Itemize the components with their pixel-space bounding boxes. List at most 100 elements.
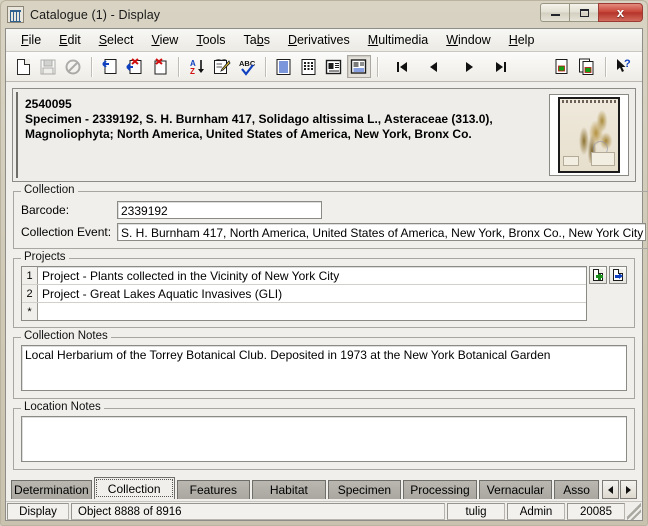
cancel-icon [61, 55, 85, 78]
maximize-icon [579, 8, 589, 17]
copy-records-icon[interactable] [575, 55, 599, 78]
status-role: Admin [507, 503, 565, 520]
tab-habitat[interactable]: Habitat [252, 480, 326, 499]
resize-grip[interactable] [627, 503, 641, 520]
record-summary-line-1: Specimen - 2339192, S. H. Burnham 417, S… [25, 112, 493, 126]
toolbar-separator [265, 56, 267, 77]
delete-record-icon[interactable] [123, 55, 147, 78]
chevron-right-icon [625, 485, 631, 494]
collection-event-input[interactable]: S. H. Burnham 417, North America, United… [117, 223, 647, 241]
record-header-text: 2540095 Specimen - 2339192, S. H. Burnha… [16, 92, 545, 178]
application-window: Catalogue (1) - Display x File Edit Sele… [0, 0, 648, 526]
location-notes-group: Location Notes [13, 401, 635, 470]
status-mode: Display [7, 503, 69, 520]
goto-project-button[interactable] [609, 266, 627, 284]
menu-help[interactable]: Help [500, 31, 544, 49]
minimize-button[interactable] [540, 3, 569, 22]
retrieve-record-icon[interactable] [98, 55, 122, 78]
menu-bar: File Edit Select View Tools Tabs Derivat… [6, 29, 642, 52]
tab-specimen[interactable]: Specimen [327, 480, 402, 499]
toolbar-separator [377, 56, 379, 77]
location-notes-textarea[interactable] [21, 416, 627, 462]
tab-features[interactable]: Features [176, 480, 251, 499]
status-code: 20085 [567, 503, 625, 520]
table-row[interactable]: 2 Project - Great Lakes Aquatic Invasive… [22, 285, 586, 303]
herbarium-sheet-thumbnail[interactable] [549, 94, 629, 176]
window-title: Catalogue (1) - Display [30, 7, 161, 22]
view-list-icon[interactable] [272, 55, 296, 78]
collection-group-legend: Collection [21, 184, 78, 196]
collection-notes-legend: Collection Notes [21, 330, 111, 342]
project-name[interactable]: Project - Great Lakes Aquatic Invasives … [38, 285, 586, 302]
status-record-position: Object 8888 of 8916 [71, 503, 445, 520]
menu-select[interactable]: Select [90, 31, 143, 49]
menu-tabs[interactable]: Tabs [235, 31, 279, 49]
edit-note-icon[interactable] [210, 55, 234, 78]
collection-group: Collection Barcode: 2339192 Collection E… [13, 184, 648, 249]
menu-window[interactable]: Window [437, 31, 499, 49]
first-record-icon[interactable] [390, 55, 414, 78]
menu-edit[interactable]: Edit [50, 31, 90, 49]
view-card-icon[interactable] [322, 55, 346, 78]
scroll-tabs-right-button[interactable] [619, 480, 637, 499]
collection-notes-group: Collection Notes Local Herbarium of the … [13, 330, 635, 399]
status-user: tulig [447, 503, 505, 520]
add-project-button[interactable] [589, 266, 607, 284]
collection-notes-textarea[interactable]: Local Herbarium of the Torrey Botanical … [21, 345, 627, 391]
record-summary-line-2: Magnoliophyta; North America, United Sta… [25, 127, 472, 141]
duplicate-record-icon[interactable] [550, 55, 574, 78]
new-row-marker: * [22, 303, 38, 320]
menu-file[interactable]: File [12, 31, 50, 49]
record-id: 2540095 [25, 97, 72, 111]
clear-record-icon[interactable] [148, 55, 172, 78]
previous-record-icon[interactable] [421, 55, 445, 78]
view-display-icon[interactable] [347, 55, 371, 78]
minimize-icon [550, 14, 560, 16]
barcode-label: Barcode: [21, 203, 70, 217]
caption-button-group: x [540, 3, 643, 22]
maximize-button[interactable] [569, 3, 598, 22]
next-record-icon[interactable] [458, 55, 482, 78]
tab-strip: Determination Collection Features Habita… [11, 477, 637, 499]
menu-view[interactable]: View [142, 31, 187, 49]
menu-derivatives[interactable]: Derivatives [279, 31, 359, 49]
context-help-icon[interactable]: ? [612, 55, 636, 78]
status-bar: Display Object 8888 of 8916 tulig Admin … [6, 501, 642, 520]
project-name[interactable] [38, 303, 586, 320]
record-header-panel: 2540095 Specimen - 2339192, S. H. Burnha… [12, 88, 636, 182]
toolbar-separator [91, 56, 93, 77]
menu-multimedia[interactable]: Multimedia [359, 31, 437, 49]
new-record-icon[interactable] [11, 55, 35, 78]
barcode-input[interactable]: 2339192 [117, 201, 322, 219]
last-record-icon[interactable] [489, 55, 513, 78]
sort-az-icon[interactable]: A Z [185, 55, 209, 78]
specimen-sheet-image [558, 97, 620, 173]
projects-group: Projects 1 Project - Plants collected in… [13, 251, 635, 328]
tab-processing[interactable]: Processing [403, 480, 477, 499]
view-grid-icon[interactable] [297, 55, 321, 78]
tab-associated[interactable]: Asso [554, 480, 599, 499]
client-area: File Edit Select View Tools Tabs Derivat… [5, 28, 648, 521]
spell-check-icon[interactable]: ABC [235, 55, 259, 78]
tab-determination[interactable]: Determination [11, 480, 92, 499]
toolbar-separator [178, 56, 180, 77]
title-bar: Catalogue (1) - Display x [1, 1, 647, 28]
tab-collection[interactable]: Collection [93, 477, 175, 499]
row-number: 1 [22, 267, 38, 284]
scroll-tabs-left-button[interactable] [601, 480, 619, 499]
svg-text:ABC: ABC [239, 59, 256, 68]
table-row[interactable]: 1 Project - Plants collected in the Vici… [22, 267, 586, 285]
specimen-cabinet-icon [7, 6, 24, 23]
location-notes-legend: Location Notes [21, 401, 104, 413]
barcode-row: Barcode: 2339192 [21, 201, 648, 219]
chevron-left-icon [607, 485, 613, 494]
save-icon [36, 55, 60, 78]
close-button[interactable]: x [598, 3, 643, 22]
project-name[interactable]: Project - Plants collected in the Vicini… [38, 267, 586, 284]
projects-group-legend: Projects [21, 251, 69, 263]
table-row-new[interactable]: * [22, 303, 586, 320]
toolbar: A Z ABC ? [6, 52, 642, 82]
tab-vernacular[interactable]: Vernacular [478, 480, 553, 499]
menu-tools[interactable]: Tools [187, 31, 234, 49]
svg-text:Z: Z [190, 67, 195, 76]
